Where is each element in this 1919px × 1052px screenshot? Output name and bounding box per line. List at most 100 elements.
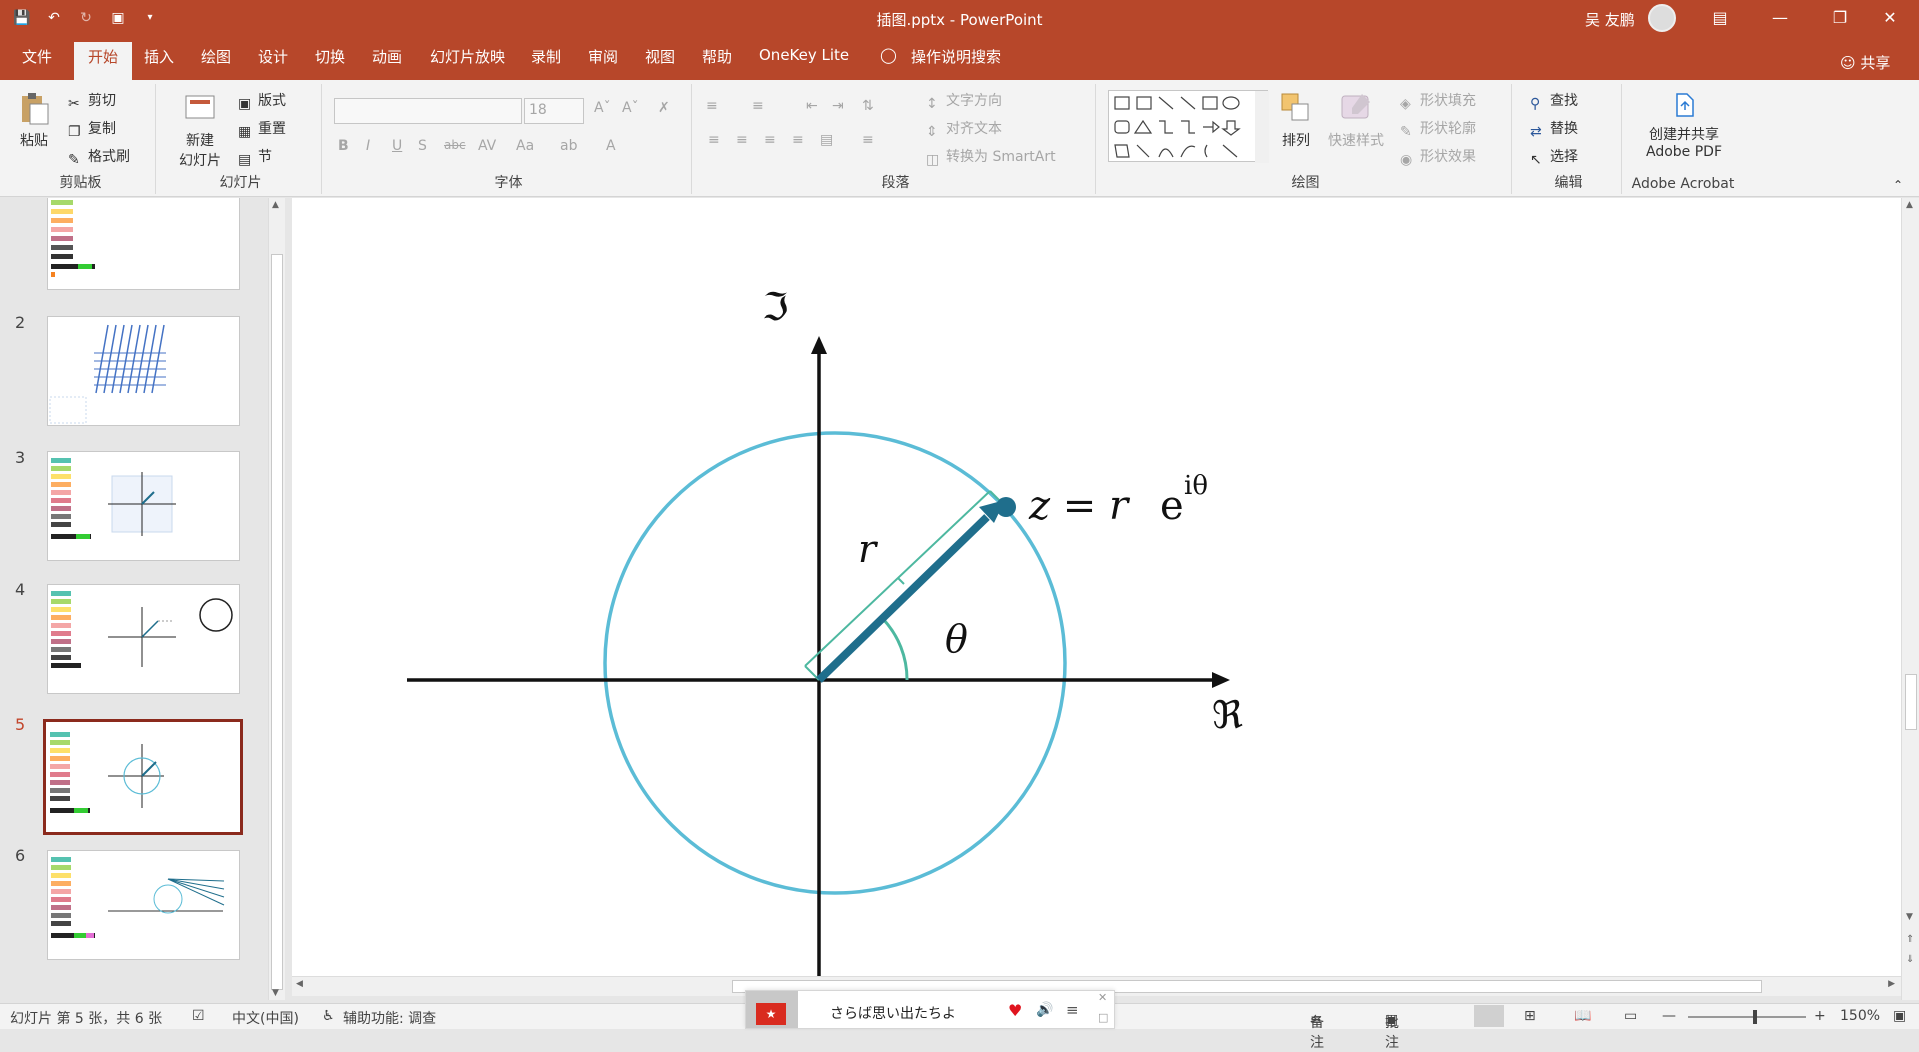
shapes-gallery[interactable] bbox=[1108, 90, 1269, 163]
zoom-out-icon[interactable]: — bbox=[1662, 1008, 1676, 1024]
tab-transitions[interactable]: 切换 bbox=[315, 46, 345, 67]
tab-help[interactable]: 帮助 bbox=[702, 46, 732, 67]
tab-design[interactable]: 设计 bbox=[258, 46, 288, 67]
tab-file[interactable]: 文件 bbox=[22, 46, 52, 67]
scroll-down-icon[interactable]: ▼ bbox=[272, 988, 279, 998]
thumbnails-scrollbar[interactable]: ▲ ▼ bbox=[268, 198, 285, 1000]
formula-label[interactable]: z = r e iθ bbox=[1028, 471, 1208, 529]
tab-draw[interactable]: 绘图 bbox=[201, 46, 231, 67]
tab-record[interactable]: 录制 bbox=[531, 46, 561, 67]
slide-editor[interactable]: ℑ ℜ r θ z = r e iθ bbox=[292, 198, 1901, 976]
arrange-button[interactable]: 排列 bbox=[1278, 90, 1314, 150]
convert-smartart-button[interactable]: ◫ 转换为 SmartArt bbox=[926, 146, 1056, 168]
close-icon[interactable]: ✕ bbox=[1860, 0, 1919, 36]
close-icon[interactable]: ✕ bbox=[1098, 991, 1107, 1004]
slide-sorter-icon[interactable]: ⊞ bbox=[1524, 1008, 1536, 1024]
numbering-icon[interactable]: ≡ bbox=[752, 98, 764, 114]
slide-thumbnail-1[interactable] bbox=[47, 198, 240, 290]
create-pdf-button[interactable]: 创建并共享 Adobe PDF bbox=[1634, 90, 1734, 160]
strikethrough-icon[interactable]: abc bbox=[444, 138, 466, 152]
shape-fill-button[interactable]: ◈ 形状填充 bbox=[1400, 90, 1476, 112]
avatar[interactable] bbox=[1648, 4, 1676, 32]
highlight-icon[interactable]: ab bbox=[560, 138, 577, 154]
tab-animations[interactable]: 动画 bbox=[372, 46, 402, 67]
tab-home[interactable]: 开始 bbox=[74, 42, 133, 80]
font-size-combo[interactable]: 18 bbox=[524, 98, 584, 124]
underline-icon[interactable]: U bbox=[392, 138, 402, 154]
increase-indent-icon[interactable]: ⇥ bbox=[832, 98, 844, 114]
volume-icon[interactable]: 🔊 bbox=[1036, 1002, 1053, 1018]
line-spacing-icon[interactable]: ⇅ bbox=[862, 98, 874, 114]
previous-slide-icon[interactable]: ⇑ bbox=[1906, 934, 1914, 945]
tell-me-search[interactable]: 操作说明搜索 bbox=[911, 46, 1001, 67]
fit-slide-icon[interactable]: ▣ bbox=[1893, 1008, 1906, 1024]
select-button[interactable]: ↖ 选择 bbox=[1530, 146, 1578, 168]
tab-onekey[interactable]: OneKey Lite bbox=[759, 46, 849, 64]
new-slide-button[interactable]: 新建 幻灯片 bbox=[170, 90, 230, 170]
distribute-icon[interactable]: ≡ bbox=[862, 132, 874, 148]
language-indicator[interactable]: 中文(中国) bbox=[232, 1008, 299, 1028]
scroll-up-icon[interactable]: ▲ bbox=[1906, 200, 1913, 210]
align-left-icon[interactable]: ≡ bbox=[708, 132, 720, 148]
angle-arc[interactable] bbox=[881, 617, 909, 681]
zoom-in-icon[interactable]: + bbox=[1814, 1008, 1826, 1024]
tab-review[interactable]: 审阅 bbox=[588, 46, 618, 67]
slide-thumbnail-4[interactable] bbox=[47, 584, 240, 694]
shadow-icon[interactable]: S bbox=[418, 138, 427, 154]
point-z[interactable] bbox=[996, 497, 1016, 517]
accessibility-status[interactable]: 辅助功能: 调查 bbox=[343, 1008, 436, 1028]
reset-button[interactable]: ▦ 重置 bbox=[238, 118, 286, 140]
quick-styles-button[interactable]: 快速样式 bbox=[1326, 90, 1386, 150]
music-player-popup[interactable]: ★ さらば思い出たちよ ♥ 🔊 ≡ ✕ □ bbox=[745, 990, 1115, 1029]
tab-insert[interactable]: 插入 bbox=[144, 46, 174, 67]
case-icon[interactable]: Aa bbox=[516, 138, 534, 154]
align-right-icon[interactable]: ≡ bbox=[764, 132, 776, 148]
cut-button[interactable]: ✂ 剪切 bbox=[68, 90, 116, 112]
angle-label[interactable]: θ bbox=[945, 617, 968, 661]
scroll-right-icon[interactable]: ▶ bbox=[1888, 979, 1895, 989]
tab-view[interactable]: 视图 bbox=[645, 46, 675, 67]
slide-thumbnail-2[interactable] bbox=[47, 316, 240, 426]
user-name[interactable]: 吴 友鹏 bbox=[1585, 9, 1635, 30]
shape-outline-button[interactable]: ✎ 形状轮廓 bbox=[1400, 118, 1476, 140]
find-button[interactable]: ⚲ 查找 bbox=[1530, 90, 1578, 112]
justify-icon[interactable]: ≡ bbox=[792, 132, 804, 148]
shrink-font-icon[interactable]: Aˇ bbox=[622, 100, 639, 116]
replace-button[interactable]: ⇄ 替换 bbox=[1530, 118, 1578, 140]
tab-slideshow[interactable]: 幻灯片放映 bbox=[430, 46, 505, 67]
text-direction-button[interactable]: ↕ 文字方向 bbox=[926, 90, 1002, 112]
collapse-ribbon-icon[interactable]: ⌃ bbox=[1893, 178, 1903, 192]
vertical-scroll-thumb[interactable] bbox=[1905, 674, 1917, 730]
slide-vertical-scrollbar[interactable]: ▲ ▼ ⇑ ⇓ bbox=[1901, 198, 1919, 1000]
zoom-level[interactable]: 150% bbox=[1840, 1008, 1880, 1024]
share-button[interactable]: ☺ 共享 bbox=[1840, 52, 1890, 73]
section-button[interactable]: ▤ 节 bbox=[238, 146, 272, 168]
zoom-slider-thumb[interactable] bbox=[1753, 1010, 1757, 1024]
ribbon-display-icon[interactable]: ▤ bbox=[1690, 0, 1750, 36]
italic-icon[interactable]: I bbox=[366, 138, 370, 154]
clear-format-icon[interactable]: ✗ bbox=[658, 100, 670, 116]
spacing-icon[interactable]: AV bbox=[478, 138, 496, 154]
shape-effects-button[interactable]: ◉ 形状效果 bbox=[1400, 146, 1476, 168]
copy-button[interactable]: ❐ 复制 bbox=[68, 118, 116, 140]
album-art[interactable]: ★ bbox=[746, 991, 798, 1028]
layout-button[interactable]: ▣ 版式 bbox=[238, 90, 286, 112]
align-center-icon[interactable]: ≡ bbox=[736, 132, 748, 148]
align-text-button[interactable]: ⇕ 对齐文本 bbox=[926, 118, 1002, 140]
slide-thumbnail-5[interactable] bbox=[43, 719, 243, 835]
columns-icon[interactable]: ▤ bbox=[820, 132, 833, 148]
slide-thumbnail-6[interactable] bbox=[47, 850, 240, 960]
heart-icon[interactable]: ♥ bbox=[1008, 1001, 1022, 1020]
grow-font-icon[interactable]: Aˇ bbox=[594, 100, 611, 116]
thumbnails-scroll-thumb[interactable] bbox=[271, 254, 283, 990]
real-axis-label[interactable]: ℜ bbox=[1212, 693, 1243, 737]
font-color-icon[interactable]: A bbox=[606, 138, 616, 154]
bold-icon[interactable]: B bbox=[338, 138, 349, 154]
font-name-combo[interactable] bbox=[334, 98, 522, 124]
bullets-icon[interactable]: ≡ bbox=[706, 98, 718, 114]
zoom-slider[interactable] bbox=[1688, 1016, 1806, 1018]
restore-icon[interactable]: □ bbox=[1098, 1011, 1108, 1024]
scroll-down-icon[interactable]: ▼ bbox=[1906, 912, 1913, 922]
slideshow-icon[interactable]: ▭ bbox=[1624, 1008, 1637, 1024]
format-painter-button[interactable]: ✎ 格式刷 bbox=[68, 146, 130, 168]
